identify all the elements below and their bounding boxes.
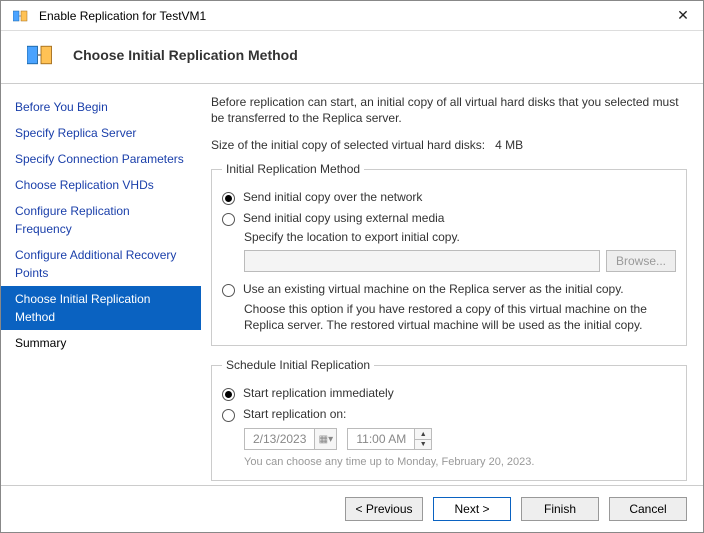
spin-up-icon[interactable]: ▲ [415,429,431,439]
radio-start-now-row[interactable]: Start replication immediately [222,386,676,401]
size-row: Size of the initial copy of selected vir… [211,138,687,152]
time-value: 11:00 AM [348,432,414,446]
time-spinner[interactable]: ▲ ▼ [414,429,431,449]
radio-external[interactable] [222,213,235,226]
existing-desc: Choose this option if you have restored … [244,301,676,333]
initial-method-legend: Initial Replication Method [222,162,364,176]
schedule-legend: Schedule Initial Replication [222,358,374,372]
step-before-you-begin[interactable]: Before You Begin [1,94,201,120]
radio-external-label: Send initial copy using external media [243,211,444,225]
radio-start-now[interactable] [222,388,235,401]
radio-start-on-row[interactable]: Start replication on: [222,407,676,422]
spin-down-icon[interactable]: ▼ [415,439,431,449]
radio-existing-label: Use an existing virtual machine on the R… [243,282,624,296]
close-button[interactable]: ✕ [671,7,695,24]
initial-method-group: Initial Replication Method Send initial … [211,162,687,346]
step-specify-connection-parameters[interactable]: Specify Connection Parameters [1,146,201,172]
step-choose-initial-replication-method[interactable]: Choose Initial Replication Method [1,286,201,330]
external-sublabel: Specify the location to export initial c… [244,230,676,244]
browse-button: Browse... [606,250,676,272]
cancel-button[interactable]: Cancel [609,497,687,521]
wizard-body: Before You Begin Specify Replica Server … [1,83,703,486]
finish-button[interactable]: Finish [521,497,599,521]
radio-start-now-label: Start replication immediately [243,386,394,400]
app-icon [9,4,33,28]
radio-existing[interactable] [222,284,235,297]
wizard-window: Enable Replication for TestVM1 ✕ Choose … [0,0,704,533]
step-configure-additional-recovery-points[interactable]: Configure Additional Recovery Points [1,242,201,286]
wizard-header: Choose Initial Replication Method [1,31,703,83]
step-configure-replication-frequency[interactable]: Configure Replication Frequency [1,198,201,242]
time-picker[interactable]: 11:00 AM ▲ ▼ [347,428,432,450]
radio-external-row[interactable]: Send initial copy using external media [222,211,676,226]
size-value: 4 MB [495,138,523,152]
calendar-icon[interactable]: ▦▾ [314,429,336,449]
header-icon [27,41,55,69]
wizard-main: Before replication can start, an initial… [201,84,703,485]
step-specify-replica-server[interactable]: Specify Replica Server [1,120,201,146]
radio-network-label: Send initial copy over the network [243,190,422,204]
next-button[interactable]: Next > [433,497,511,521]
window-title: Enable Replication for TestVM1 [33,9,671,23]
wizard-steps: Before You Begin Specify Replica Server … [1,84,201,485]
titlebar: Enable Replication for TestVM1 ✕ [1,1,703,31]
size-label: Size of the initial copy of selected vir… [211,138,485,152]
radio-existing-row[interactable]: Use an existing virtual machine on the R… [222,282,676,297]
previous-button[interactable]: < Previous [345,497,423,521]
step-summary[interactable]: Summary [1,330,201,356]
date-value: 2/13/2023 [245,432,314,446]
radio-network-row[interactable]: Send initial copy over the network [222,190,676,205]
schedule-group: Schedule Initial Replication Start repli… [211,358,687,481]
page-title: Choose Initial Replication Method [73,47,298,63]
wizard-footer: < Previous Next > Finish Cancel [1,486,703,532]
radio-start-on-label: Start replication on: [243,407,346,421]
export-path-input [244,250,600,272]
schedule-hint: You can choose any time up to Monday, Fe… [244,456,676,468]
step-choose-replication-vhds[interactable]: Choose Replication VHDs [1,172,201,198]
date-picker[interactable]: 2/13/2023 ▦▾ [244,428,337,450]
intro-text: Before replication can start, an initial… [211,94,687,126]
radio-start-on[interactable] [222,409,235,422]
radio-network[interactable] [222,192,235,205]
